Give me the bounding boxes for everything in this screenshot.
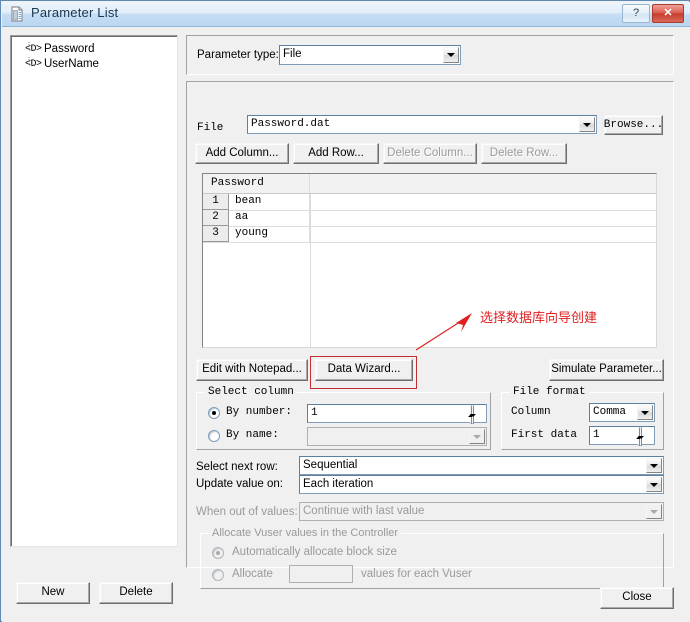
allocate-vuser-group: Allocate Vuser values in the Controller … [200, 527, 664, 589]
table-row[interactable]: 1 bean [203, 194, 656, 211]
chevron-down-icon[interactable] [443, 47, 459, 63]
first-data-label: First data [511, 429, 578, 441]
grid-cell[interactable]: bean [230, 194, 310, 210]
grid-cell[interactable]: young [230, 226, 310, 242]
column-format-value: Comma [593, 406, 627, 418]
update-value-on-value: Each iteration [303, 478, 374, 490]
select-next-row-value: Sequential [303, 459, 358, 471]
chevron-down-icon[interactable] [646, 477, 662, 492]
add-column-button[interactable]: Add Column... [195, 143, 289, 164]
by-name-label: By name: [226, 429, 279, 441]
allocate-suffix-label: values for each Vuser [361, 568, 472, 580]
select-column-group: Select column By number: 1 By name: [196, 386, 491, 450]
spinner-arrows-icon[interactable] [636, 427, 653, 446]
by-number-label: By number: [226, 406, 293, 418]
auto-allocate-radio [212, 547, 224, 559]
tree-item-label: Password [44, 43, 95, 55]
column-format-combo[interactable]: Comma [589, 403, 655, 422]
update-value-on-label: Update value on: [196, 478, 283, 490]
delete-row-button: Delete Row... [481, 143, 567, 164]
parameter-type-combo[interactable]: File [279, 45, 461, 65]
auto-allocate-label: Automatically allocate block size [232, 546, 397, 558]
delete-column-button: Delete Column... [383, 143, 477, 164]
data-wizard-button[interactable]: Data Wizard... [315, 359, 413, 381]
chevron-down-icon[interactable] [579, 117, 595, 132]
file-format-title: File format [510, 386, 589, 398]
parameter-type-panel: Parameter type: File [186, 35, 674, 75]
table-row[interactable]: 3 young [203, 226, 656, 243]
close-button[interactable]: Close [600, 587, 674, 609]
manual-allocate-label: Allocate [232, 568, 273, 580]
select-next-row-combo[interactable]: Sequential [299, 456, 664, 475]
browse-button[interactable]: Browse... [604, 115, 663, 135]
file-value: Password.dat [251, 118, 331, 130]
chevron-down-icon[interactable] [646, 458, 662, 473]
row-number[interactable]: 2 [203, 210, 229, 226]
chevron-down-icon [646, 504, 662, 519]
spinner-arrows-icon[interactable] [468, 405, 485, 424]
by-number-spinner[interactable]: 1 [307, 404, 487, 424]
tree-branch-icon [25, 57, 35, 72]
first-data-value: 1 [593, 429, 600, 441]
allocate-value-input [289, 565, 353, 583]
row-number[interactable]: 3 [203, 226, 229, 242]
add-row-button[interactable]: Add Row... [293, 143, 379, 164]
help-button[interactable]: ? [622, 4, 650, 23]
chevron-down-icon[interactable] [637, 405, 653, 420]
by-name-radio[interactable] [208, 430, 220, 442]
tree-branch-icon [25, 42, 35, 57]
simulate-parameter-button[interactable]: Simulate Parameter... [549, 359, 664, 381]
file-label: File [197, 122, 224, 134]
title-bar: Parameter List ? ✕ [2, 2, 690, 27]
row-number[interactable]: 1 [203, 194, 229, 210]
dialog-body: <D> Password <D> UserName Parameter type: … [2, 27, 690, 622]
chevron-down-icon [469, 429, 485, 444]
select-column-title: Select column [205, 386, 297, 398]
select-next-row-label: Select next row: [196, 461, 278, 473]
parameter-list-icon [9, 6, 25, 22]
grid-header-row: Password [203, 174, 656, 194]
when-out-of-values-label: When out of values: [196, 506, 298, 518]
first-data-spinner[interactable]: 1 [589, 426, 655, 446]
table-row[interactable]: 2 aa [203, 210, 656, 227]
grid-cell[interactable]: aa [230, 210, 310, 226]
manual-allocate-radio [212, 569, 224, 581]
window-title: Parameter List [31, 5, 119, 20]
parameter-type-label: Parameter type: [197, 49, 279, 61]
annotation-text: 选择数据库向导创建 [480, 311, 598, 326]
by-number-value: 1 [311, 407, 318, 419]
close-window-button[interactable]: ✕ [652, 4, 684, 23]
parameter-list-dialog: Parameter List ? ✕ <D> Password <D> User… [0, 0, 690, 622]
allocate-vuser-title: Allocate Vuser values in the Controller [209, 527, 402, 539]
delete-button[interactable]: Delete [99, 582, 173, 604]
file-format-group: File format Column Comma First data 1 [501, 386, 664, 450]
grid-column-header[interactable]: Password [203, 174, 310, 193]
parameter-type-value: File [283, 48, 302, 60]
when-out-of-values-combo: Continue with last value [299, 502, 664, 521]
by-name-combo [307, 427, 487, 446]
new-button[interactable]: New [16, 582, 90, 604]
file-combo[interactable]: Password.dat [247, 115, 597, 134]
parameter-tree[interactable]: <D> Password <D> UserName [10, 35, 178, 547]
column-format-label: Column [511, 406, 551, 418]
tree-item-label: UserName [44, 58, 99, 70]
tree-item-username[interactable]: <D> UserName [25, 57, 177, 72]
when-out-of-values-value: Continue with last value [303, 505, 425, 517]
edit-with-notepad-button[interactable]: Edit with Notepad... [196, 359, 308, 381]
tree-item-password[interactable]: <D> Password [25, 42, 177, 57]
update-value-on-combo[interactable]: Each iteration [299, 475, 664, 494]
by-number-radio[interactable] [208, 407, 220, 419]
